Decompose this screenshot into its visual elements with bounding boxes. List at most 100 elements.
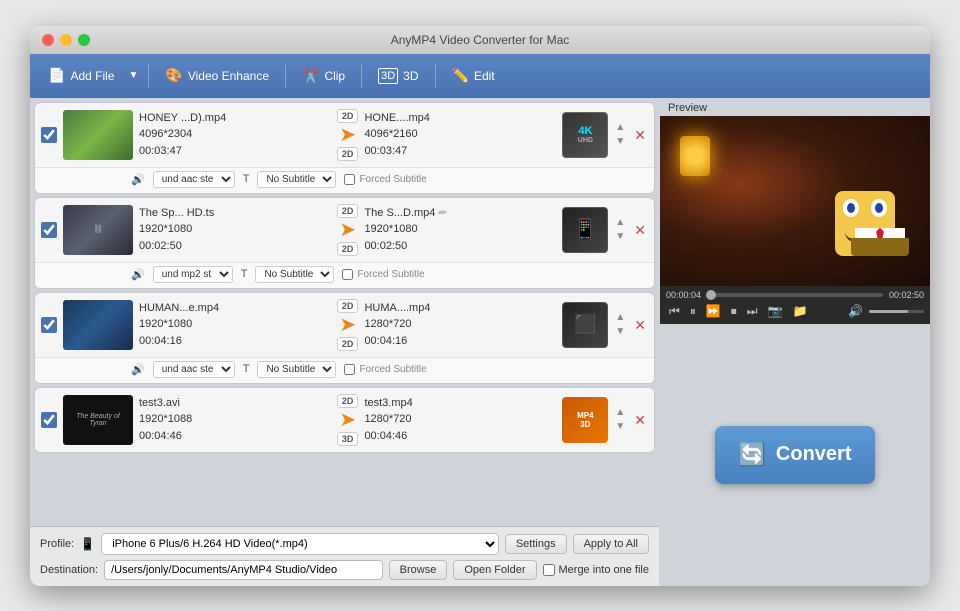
play-pause-button[interactable]: ⏸ — [687, 303, 699, 320]
file-checkbox-4[interactable] — [41, 412, 57, 428]
file-checkbox-3[interactable] — [41, 317, 57, 333]
forced-sub-check-1[interactable] — [344, 174, 355, 185]
convert-icon: 🔄 — [739, 442, 766, 468]
add-file-dropdown[interactable]: ▼ — [126, 66, 140, 85]
scroll-btns-1: ▲ ▼ — [614, 122, 626, 148]
file-thumbnail-4: The Beauty of Tyran — [63, 395, 133, 445]
time-current: 00:00:04 — [666, 290, 701, 300]
close-button[interactable] — [42, 34, 54, 46]
edit-button[interactable]: ✏️ Edit — [444, 63, 503, 88]
scroll-btns-3: ▲ ▼ — [614, 312, 626, 338]
scroll-up-3[interactable]: ▲ — [614, 312, 626, 324]
file-info-out-1: HONE....mp4 4096*2160 00:03:47 — [364, 110, 556, 160]
remove-file-1[interactable]: ✕ — [632, 128, 648, 142]
edit-name-icon-2[interactable]: ✏ — [438, 206, 446, 221]
progress-bar[interactable] — [707, 293, 883, 297]
browse-button[interactable]: Browse — [389, 560, 448, 580]
add-file-button[interactable]: 📄 Add File — [40, 63, 122, 88]
video-controls: 00:00:04 00:02:50 ⏮ ⏸ ⏩ ⏹ ⏭ 📷 📁 — [660, 286, 930, 324]
mode-in-3: 2D — [337, 299, 359, 313]
3d-button[interactable]: 3D 3D — [370, 64, 426, 88]
video-enhance-button[interactable]: 🎨 Video Enhance — [157, 63, 277, 88]
audio-select-2[interactable]: und mp2 st — [153, 266, 233, 283]
scroll-up-2[interactable]: ▲ — [614, 217, 626, 229]
scroll-down-2[interactable]: ▼ — [614, 231, 626, 243]
lantern — [680, 136, 710, 176]
skip-back-button[interactable]: ⏮ — [666, 303, 683, 320]
volume-bar[interactable] — [869, 310, 924, 313]
scroll-up-4[interactable]: ▲ — [614, 407, 626, 419]
file-res-in-3: 1920*1080 — [139, 316, 331, 333]
clip-icon: ✂️ — [302, 67, 319, 84]
profile-row: Profile: 📱 iPhone 6 Plus/6 H.264 HD Vide… — [40, 533, 649, 555]
skip-forward-button[interactable]: ⏭ — [744, 303, 761, 320]
remove-file-2[interactable]: ✕ — [632, 223, 648, 237]
subtitle-select-1[interactable]: No Subtitle — [257, 171, 336, 188]
file-checkbox-2[interactable] — [41, 222, 57, 238]
arrow-icon-2: ➤ — [339, 220, 356, 240]
subtitle-select-3[interactable]: No Subtitle — [257, 361, 336, 378]
maximize-button[interactable] — [78, 34, 90, 46]
sb-eye-right — [871, 199, 887, 217]
file-item-main-2: ⏸ The Sp... HD.ts 1920*1080 00:02:50 2D … — [35, 198, 654, 262]
scroll-up-1[interactable]: ▲ — [614, 122, 626, 134]
preview-video — [660, 116, 930, 286]
scroll-btns-2: ▲ ▼ — [614, 217, 626, 243]
toolbar: 📄 Add File ▼ 🎨 Video Enhance ✂️ Clip 3D … — [30, 54, 930, 98]
screenshot-button[interactable]: 📷 — [765, 303, 786, 319]
destination-input[interactable]: /Users/jonly/Documents/AnyMP4 Studio/Vid… — [104, 560, 383, 580]
volume-fill — [869, 310, 908, 313]
mode-out-1: 2D — [337, 147, 359, 161]
arrow-icon-3: ➤ — [339, 315, 356, 335]
forced-sub-check-3[interactable] — [344, 364, 355, 375]
scroll-down-3[interactable]: ▼ — [614, 326, 626, 338]
audio-select-1[interactable]: und aac ste — [153, 171, 235, 188]
remove-file-4[interactable]: ✕ — [632, 413, 648, 427]
3d-label: 3D — [403, 69, 418, 83]
file-name-in-1: HONEY ...D).mp4 — [139, 110, 331, 127]
profile-select[interactable]: iPhone 6 Plus/6 H.264 HD Video(*.mp4) — [101, 533, 499, 555]
file-thumbnail-3 — [63, 300, 133, 350]
format-badge-1: 4K UHD — [562, 112, 608, 158]
folder-button[interactable]: 📁 — [790, 303, 811, 319]
forced-sub-check-2[interactable] — [342, 269, 353, 280]
arrow-area-4: 2D ➤ 3D — [337, 394, 359, 446]
convert-button[interactable]: 🔄 Convert — [715, 426, 875, 484]
scroll-down-4[interactable]: ▼ — [614, 421, 626, 433]
apply-to-all-button[interactable]: Apply to All — [573, 534, 649, 554]
add-file-icon: 📄 — [48, 67, 65, 84]
file-dur-out-4: 00:04:46 — [364, 428, 556, 445]
file-res-in-1: 4096*2304 — [139, 126, 331, 143]
file-item-main-3: HUMAN...e.mp4 1920*1080 00:04:16 2D ➤ 2D… — [35, 293, 654, 357]
progress-thumb[interactable] — [706, 290, 716, 300]
arrow-area-2: 2D ➤ 2D — [337, 204, 359, 256]
settings-button[interactable]: Settings — [505, 534, 567, 554]
time-total: 00:02:50 — [889, 290, 924, 300]
mode-out-2: 2D — [337, 242, 359, 256]
arrow-icon-1: ➤ — [339, 125, 356, 145]
remove-file-3[interactable]: ✕ — [632, 318, 648, 332]
merge-checkbox[interactable] — [543, 564, 555, 576]
file-item-sub-2: 🔊 und mp2 st T No Subtitle Forced Subtit… — [35, 262, 654, 288]
subtitle-select-2[interactable]: No Subtitle — [255, 266, 334, 283]
file-name-out-1: HONE....mp4 — [364, 110, 429, 127]
sb-eye-left — [843, 199, 859, 217]
arrow-area-3: 2D ➤ 2D — [337, 299, 359, 351]
file-res-in-2: 1920*1080 — [139, 221, 331, 238]
minimize-button[interactable] — [60, 34, 72, 46]
edit-icon: ✏️ — [452, 67, 469, 84]
clip-button[interactable]: ✂️ Clip — [294, 63, 353, 88]
scroll-down-1[interactable]: ▼ — [614, 136, 626, 148]
bottom-bar: Profile: 📱 iPhone 6 Plus/6 H.264 HD Vide… — [30, 526, 659, 586]
audio-select-3[interactable]: und aac ste — [153, 361, 235, 378]
file-checkbox-1[interactable] — [41, 127, 57, 143]
file-dur-in-3: 00:04:16 — [139, 333, 331, 350]
sb-pupil-right — [875, 203, 883, 213]
volume-row: 🔊 — [845, 303, 924, 319]
open-folder-button[interactable]: Open Folder — [453, 560, 536, 580]
arrow-icon-4: ➤ — [339, 410, 356, 430]
volume-icon[interactable]: 🔊 — [845, 303, 866, 319]
stop-button[interactable]: ⏹ — [728, 303, 740, 320]
file-info-out-4: test3.mp4 1280*720 00:04:46 — [364, 395, 556, 445]
fast-forward-button[interactable]: ⏩ — [703, 303, 724, 319]
